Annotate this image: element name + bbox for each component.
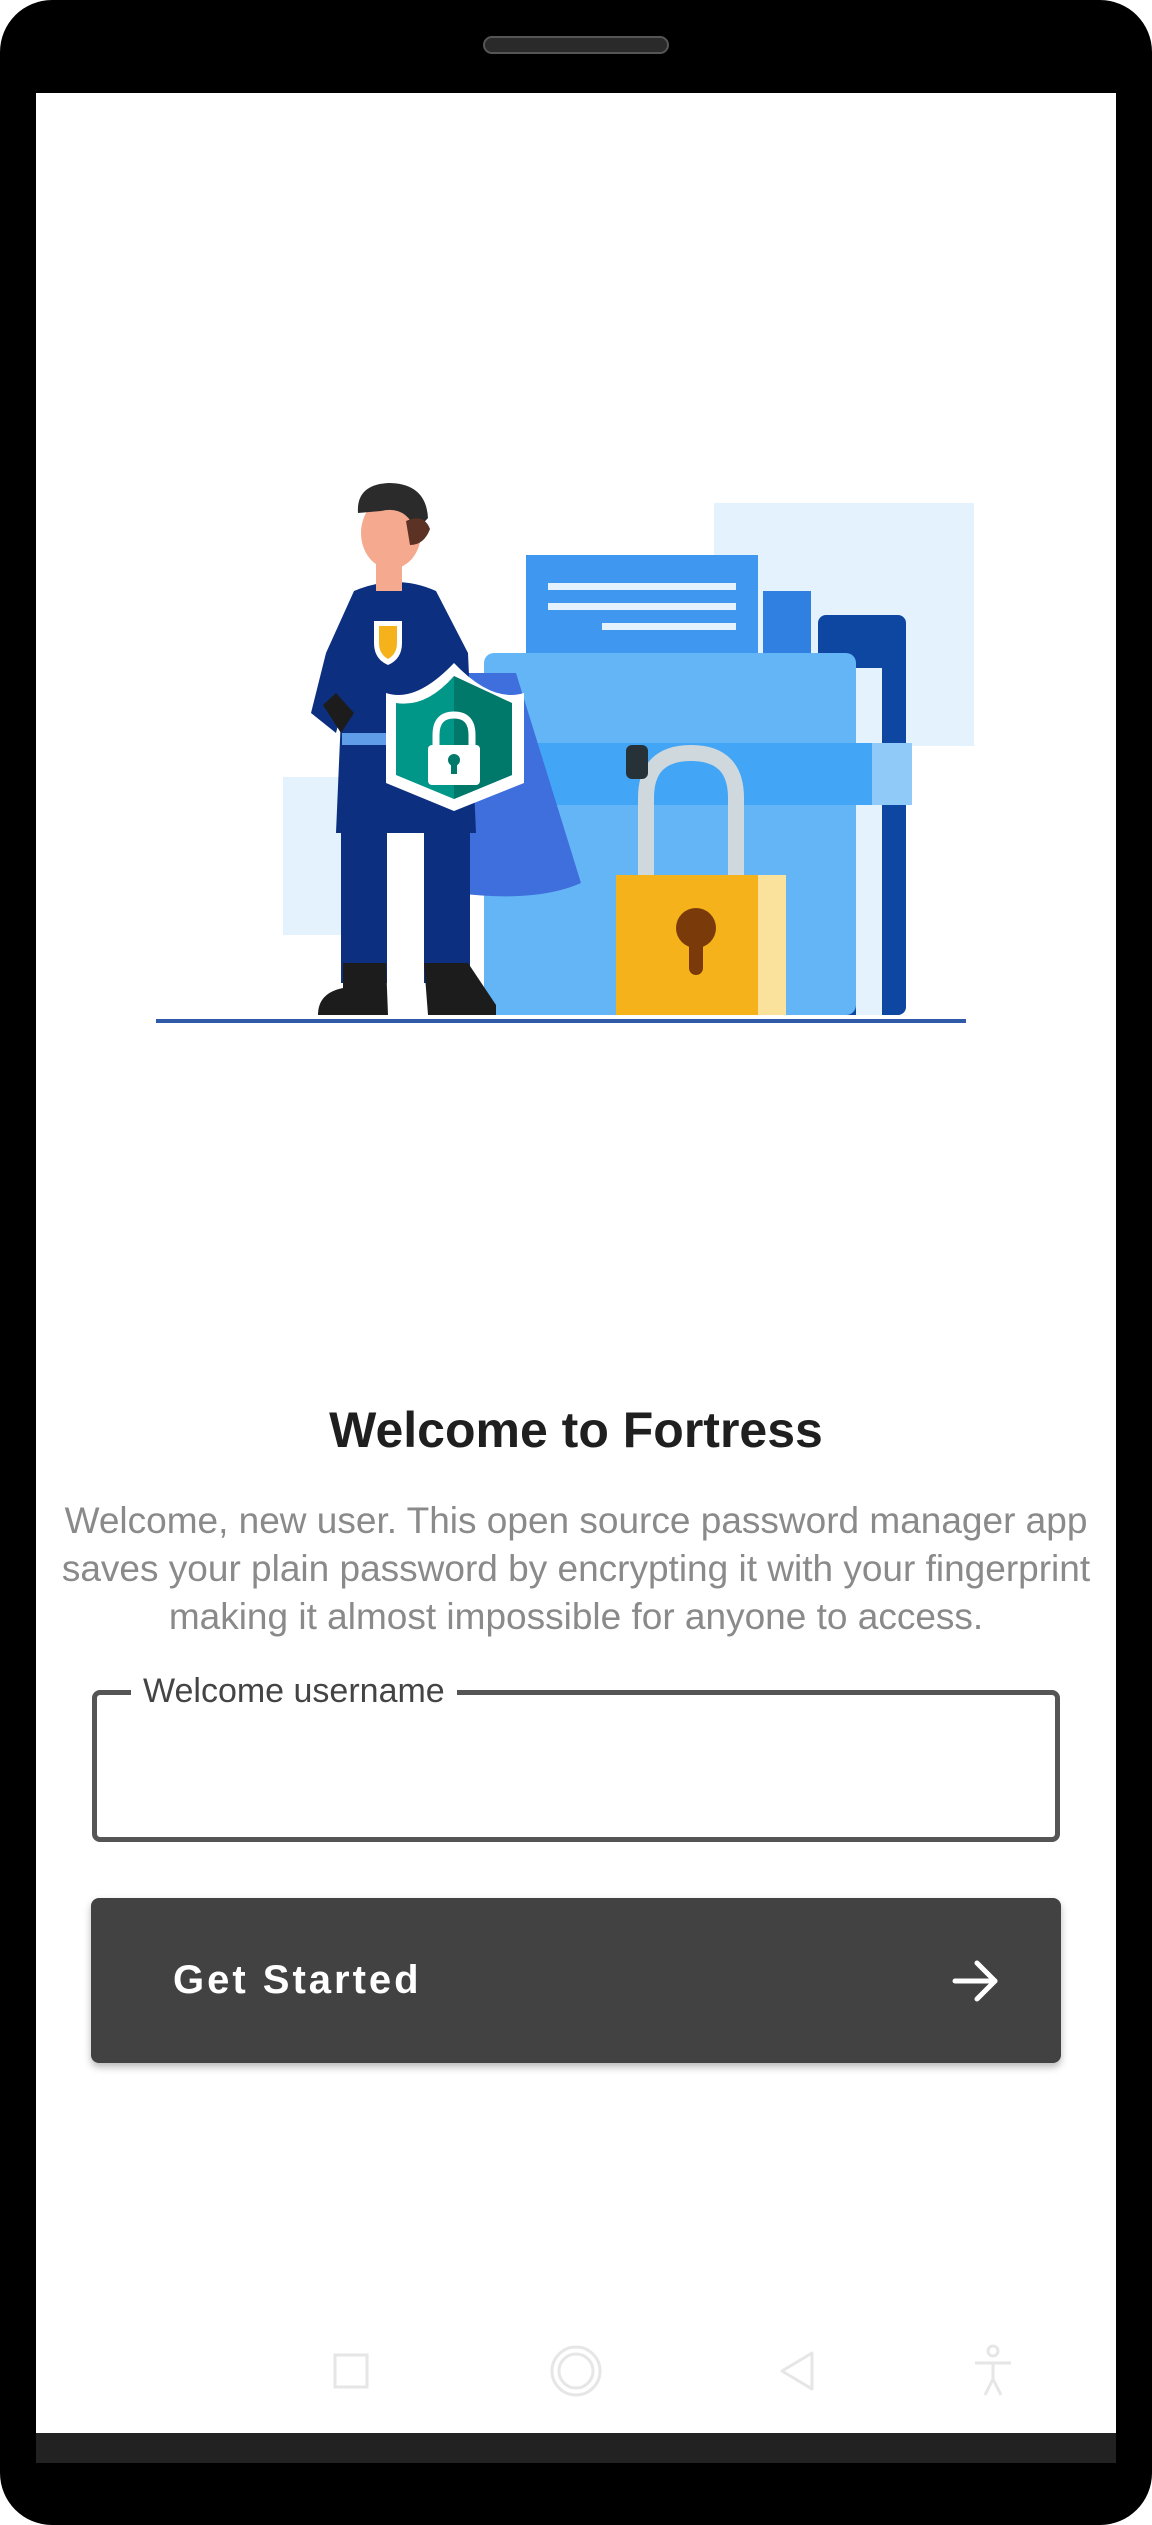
system-navigation-bar bbox=[36, 2331, 1116, 2411]
recent-apps-icon[interactable] bbox=[311, 2331, 391, 2411]
ground-line bbox=[156, 1019, 966, 1023]
username-input[interactable] bbox=[127, 1735, 1031, 1797]
phone-frame: Welcome to Fortress Welcome, new user. T… bbox=[0, 0, 1152, 2525]
username-field[interactable]: Welcome username bbox=[92, 1669, 1060, 1842]
welcome-description: Welcome, new user. This open source pass… bbox=[61, 1500, 1091, 1637]
back-icon[interactable] bbox=[758, 2331, 838, 2411]
phone-bottom-bezel bbox=[36, 2433, 1116, 2463]
get-started-label: Get Started bbox=[173, 1958, 422, 2002]
arrow-right-icon bbox=[952, 1960, 998, 2002]
welcome-title: Welcome to Fortress bbox=[329, 1402, 823, 1458]
speaker-grille bbox=[483, 36, 669, 54]
accessibility-icon[interactable] bbox=[953, 2331, 1033, 2411]
security-hero-illustration bbox=[156, 483, 974, 1023]
app-screen: Welcome to Fortress Welcome, new user. T… bbox=[36, 93, 1116, 2433]
home-icon[interactable] bbox=[536, 2331, 616, 2411]
username-field-label: Welcome username bbox=[131, 1669, 457, 1713]
hero-boot-left bbox=[318, 963, 388, 1015]
get-started-button[interactable]: Get Started bbox=[91, 1898, 1061, 2063]
